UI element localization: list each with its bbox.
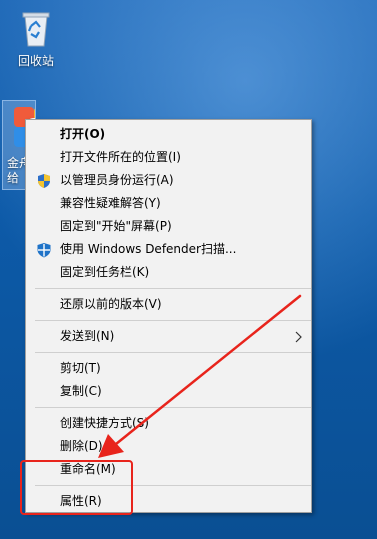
uac-shield-icon [36, 173, 52, 189]
menu-separator [35, 407, 311, 408]
menu-item-open[interactable]: 打开(O) [26, 123, 311, 146]
menu-item-create-shortcut[interactable]: 创建快捷方式(S) [26, 412, 311, 435]
recycle-bin-desktop-icon[interactable]: 回收站 [0, 4, 72, 69]
menu-separator [35, 288, 311, 289]
menu-item-label: 发送到(N) [60, 329, 115, 343]
menu-item-pin-to-start[interactable]: 固定到"开始"屏幕(P) [26, 215, 311, 238]
menu-item-label: 兼容性疑难解答(Y) [60, 196, 161, 210]
context-menu: 打开(O) 打开文件所在的位置(I) 以管理员身份运行(A) 兼容性疑难解答(Y… [25, 119, 312, 513]
menu-item-defender-scan[interactable]: 使用 Windows Defender扫描... [26, 238, 311, 261]
recycle-bin-icon [14, 6, 58, 50]
menu-separator [35, 320, 311, 321]
annotation-highlight-box [20, 460, 133, 515]
menu-item-label: 固定到"开始"屏幕(P) [60, 219, 172, 233]
app-label-line2: 给 [7, 171, 20, 185]
defender-shield-icon [36, 242, 52, 258]
menu-item-label: 删除(D) [60, 439, 103, 453]
menu-item-send-to[interactable]: 发送到(N) [26, 325, 311, 348]
menu-item-open-file-location[interactable]: 打开文件所在的位置(I) [26, 146, 311, 169]
recycle-bin-label: 回收站 [17, 54, 54, 68]
menu-item-copy[interactable]: 复制(C) [26, 380, 311, 403]
menu-item-cut[interactable]: 剪切(T) [26, 357, 311, 380]
menu-item-label: 使用 Windows Defender扫描... [60, 242, 237, 256]
menu-item-troubleshoot-compatibility[interactable]: 兼容性疑难解答(Y) [26, 192, 311, 215]
menu-separator [35, 352, 311, 353]
menu-item-label: 复制(C) [60, 384, 102, 398]
menu-item-delete[interactable]: 删除(D) [26, 435, 311, 458]
menu-item-run-as-admin[interactable]: 以管理员身份运行(A) [26, 169, 311, 192]
chevron-right-icon [295, 325, 303, 348]
menu-item-label: 以管理员身份运行(A) [60, 173, 174, 187]
menu-item-label: 打开文件所在的位置(I) [60, 150, 181, 164]
menu-item-label: 打开(O) [60, 127, 106, 141]
menu-item-label: 创建快捷方式(S) [60, 416, 149, 430]
menu-item-label: 还原以前的版本(V) [60, 297, 162, 311]
menu-item-label: 剪切(T) [60, 361, 101, 375]
menu-item-restore-previous-versions[interactable]: 还原以前的版本(V) [26, 293, 311, 316]
menu-item-label: 固定到任务栏(K) [60, 265, 150, 279]
menu-item-pin-to-taskbar[interactable]: 固定到任务栏(K) [26, 261, 311, 284]
